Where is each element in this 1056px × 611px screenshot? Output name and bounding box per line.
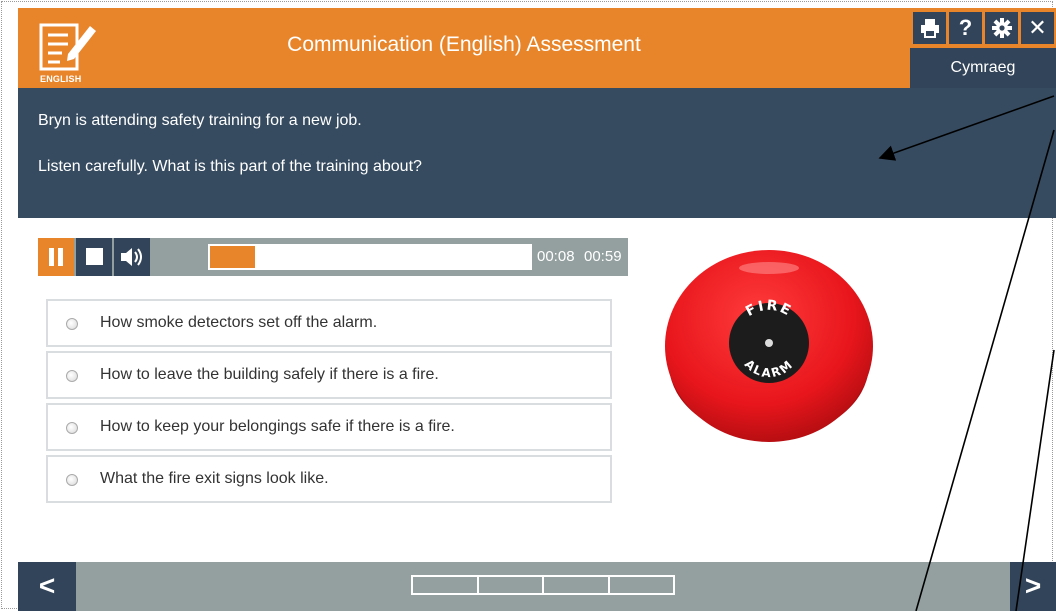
settings-button[interactable]	[985, 12, 1018, 44]
progress-segment[interactable]	[610, 577, 674, 593]
answer-option[interactable]: How to keep your belongings safe if ther…	[46, 403, 612, 451]
answer-option[interactable]: What the fire exit signs look like.	[46, 455, 612, 503]
progress-segment[interactable]	[413, 577, 479, 593]
help-button[interactable]: ?	[949, 12, 982, 44]
app-header: Communication (English) Assessment ENGLI…	[18, 8, 910, 88]
gear-icon	[991, 18, 1012, 38]
question-context: Bryn is attending safety training for a …	[38, 112, 362, 129]
radio-button[interactable]	[66, 474, 78, 486]
progress-segment[interactable]	[544, 577, 610, 593]
stop-icon	[86, 248, 103, 265]
radio-button[interactable]	[66, 370, 78, 382]
toolbar: ? ✕	[910, 8, 1056, 48]
question-panel: Bryn is attending safety training for a …	[18, 88, 1056, 218]
print-button[interactable]	[913, 12, 946, 44]
navigation-bar: < >	[18, 562, 1056, 611]
radio-button[interactable]	[66, 318, 78, 330]
audio-progress-fill	[210, 246, 255, 268]
question-progress-indicator	[411, 575, 675, 595]
progress-segment[interactable]	[479, 577, 544, 593]
answer-option-label: How to leave the building safely if ther…	[100, 366, 439, 383]
page-title: Communication (English) Assessment	[287, 33, 641, 56]
answer-option-label: How to keep your belongings safe if ther…	[100, 418, 455, 435]
answer-option-label: What the fire exit signs look like.	[100, 470, 329, 487]
question-prompt: Listen carefully. What is this part of t…	[38, 158, 422, 175]
speaker-icon	[121, 248, 142, 266]
stop-button[interactable]	[76, 238, 112, 276]
close-button[interactable]: ✕	[1021, 12, 1054, 44]
language-toggle-button[interactable]: Cymraeg	[910, 48, 1056, 88]
answer-option[interactable]: How to leave the building safely if ther…	[46, 351, 612, 399]
answer-option-label: How smoke detectors set off the alarm.	[100, 314, 378, 331]
logo-label: ENGLISH	[40, 74, 82, 84]
printer-icon	[920, 19, 939, 38]
volume-button[interactable]	[114, 238, 150, 276]
audio-progress-track[interactable]	[208, 244, 532, 270]
total-time: 00:59	[584, 248, 622, 265]
answer-option[interactable]: How smoke detectors set off the alarm.	[46, 299, 612, 347]
radio-button[interactable]	[66, 422, 78, 434]
pause-button[interactable]	[38, 238, 74, 276]
previous-button[interactable]: <	[18, 562, 76, 611]
next-button[interactable]: >	[1010, 562, 1056, 611]
fire-alarm-bell-image: FIRE ALARM	[665, 250, 873, 442]
elapsed-time: 00:08	[537, 248, 575, 265]
audio-player: 00:08 00:59	[38, 238, 628, 276]
pause-icon	[49, 248, 63, 266]
